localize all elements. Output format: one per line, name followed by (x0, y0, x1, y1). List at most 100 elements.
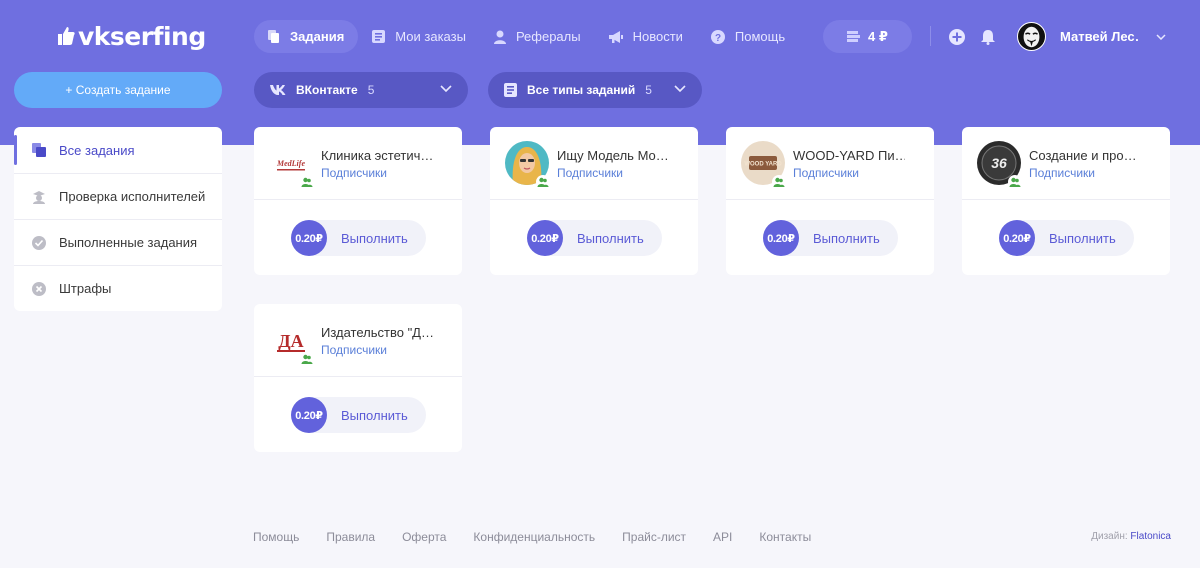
nav-item-my-orders[interactable]: Мои заказы (358, 20, 480, 53)
task-type-filter-label: Все типы заданий (527, 83, 636, 97)
user-name: Матвей Лес… (1060, 29, 1140, 44)
sidebar-item-label: Выполненные задания (59, 235, 198, 250)
task-card: 36 Создание и про… Подписчики 0.20₽ Выпо… (962, 127, 1170, 275)
task-card-header: ДА Издательство "Д… Подписчики (254, 304, 462, 377)
sidebar-item-label: Штрафы (59, 281, 112, 296)
sidebar-item-label: Все задания (59, 142, 135, 158)
document-icon (504, 83, 517, 97)
check-circle-icon (32, 235, 46, 250)
help-icon: ? (710, 29, 725, 44)
sidebar-item-label: Проверка исполнителей (59, 189, 206, 204)
task-type: Подписчики (321, 343, 388, 357)
footer-link-rules[interactable]: Правила (326, 530, 375, 544)
task-price: 0.20₽ (527, 220, 563, 256)
user-menu[interactable]: Матвей Лес… (1017, 21, 1166, 52)
balance-button[interactable]: 4 ₽ (823, 20, 912, 53)
nav-item-label: Задания (290, 29, 345, 44)
logo-thumb-icon (58, 27, 75, 45)
task-avatar-text: 36 (991, 155, 1007, 171)
copy-icon (32, 143, 46, 157)
main-nav: Задания Мои заказы Рефералы Новости ? По… (254, 20, 799, 53)
person-icon (493, 30, 506, 44)
execute-task-button[interactable]: 0.20₽ Выполнить (291, 220, 426, 256)
nav-item-help[interactable]: ? Помощь (697, 20, 799, 53)
group-badge-icon (300, 175, 314, 189)
add-icon[interactable] (948, 28, 965, 45)
footer-link-help[interactable]: Помощь (253, 530, 299, 544)
task-price: 0.20₽ (291, 397, 327, 433)
nav-item-label: Мои заказы (395, 29, 466, 44)
nav-item-label: Помощь (734, 29, 786, 44)
group-badge-icon (300, 352, 314, 366)
footer-link-offer[interactable]: Оферта (402, 530, 446, 544)
task-card: WOOD YARD WOOD-YARD Пи… Подписчики 0.20₽… (726, 127, 934, 275)
task-card: Ищу Модель Мо… Подписчики 0.20₽ Выполнит… (490, 127, 698, 275)
execute-label: Выполнить (341, 407, 408, 423)
footer-link-api[interactable]: API (713, 530, 732, 544)
sidebar-item-all-tasks[interactable]: Все задания (14, 127, 222, 173)
task-title[interactable]: WOOD-YARD Пи… (793, 148, 905, 163)
network-filter-dropdown[interactable]: ВКонтакте 5 (254, 72, 468, 108)
task-card: MedLife Клиника эстетич… Подписчики 0.20… (254, 127, 462, 275)
design-credits: Дизайн: Flatonica (1091, 531, 1171, 542)
wallet-icon (847, 31, 861, 42)
svg-text:?: ? (715, 33, 721, 44)
task-title[interactable]: Издательство "Д… (321, 325, 433, 340)
footer-links: Помощь Правила Оферта Конфиденциальность… (253, 530, 838, 544)
task-title[interactable]: Создание и про… (1029, 148, 1141, 163)
footer-link-pricelist[interactable]: Прайс-лист (622, 530, 686, 544)
group-badge-icon (772, 175, 786, 189)
task-price: 0.20₽ (291, 220, 327, 256)
execute-task-button[interactable]: 0.20₽ Выполнить (763, 220, 898, 256)
group-badge-icon (536, 175, 550, 189)
sidebar-item-check-performers[interactable]: Проверка исполнителей (14, 173, 222, 219)
task-type: Подписчики (1029, 166, 1096, 180)
task-type: Подписчики (557, 166, 624, 180)
header-divider (930, 26, 931, 46)
chevron-down-icon (440, 85, 452, 93)
group-badge-icon (1008, 175, 1022, 189)
task-avatar-text: MedLife (276, 159, 305, 168)
create-task-button[interactable]: + Создать задание (14, 72, 222, 108)
task-type-filter-count: 5 (645, 83, 652, 97)
task-avatar-text: WOOD YARD (744, 162, 782, 168)
execute-task-button[interactable]: 0.20₽ Выполнить (999, 220, 1134, 256)
sidebar: Все задания Проверка исполнителей Выполн… (14, 127, 222, 311)
task-card-header: MedLife Клиника эстетич… Подписчики (254, 127, 462, 200)
logo-text: vkserfing (78, 21, 206, 51)
nav-item-referrals[interactable]: Рефералы (480, 20, 595, 53)
logo[interactable]: vkserfing (56, 20, 206, 52)
nav-item-tasks[interactable]: Задания (254, 20, 359, 53)
execute-label: Выполнить (813, 230, 880, 246)
task-type-filter-dropdown[interactable]: Все типы заданий 5 (488, 72, 702, 108)
network-filter-count: 5 (367, 83, 375, 97)
execute-label: Выполнить (577, 230, 644, 246)
balance-value: 4 ₽ (868, 28, 888, 44)
task-card-header: 36 Создание и про… Подписчики (962, 127, 1170, 200)
inspector-icon (32, 190, 46, 204)
task-avatar-text: ДА (278, 331, 303, 351)
footer-link-privacy[interactable]: Конфиденциальность (473, 530, 595, 544)
nav-item-news[interactable]: Новости (595, 20, 697, 53)
bell-icon[interactable] (979, 28, 996, 45)
design-credits-link[interactable]: Flatonica (1130, 531, 1171, 542)
chevron-down-icon (1156, 33, 1166, 40)
chevron-down-icon (674, 85, 686, 93)
close-circle-icon (32, 281, 46, 296)
task-price: 0.20₽ (763, 220, 799, 256)
copy-icon (268, 30, 279, 43)
execute-task-button[interactable]: 0.20₽ Выполнить (527, 220, 662, 256)
avatar (1017, 22, 1046, 51)
nav-item-label: Новости (632, 29, 683, 44)
task-type: Подписчики (321, 166, 388, 180)
task-title[interactable]: Клиника эстетич… (321, 148, 433, 163)
footer-link-contacts[interactable]: Контакты (759, 530, 811, 544)
sidebar-item-penalties[interactable]: Штрафы (14, 265, 222, 311)
execute-task-button[interactable]: 0.20₽ Выполнить (291, 397, 426, 433)
network-filter-label: ВКонтакте (296, 83, 358, 97)
task-price: 0.20₽ (999, 220, 1035, 256)
task-title[interactable]: Ищу Модель Мо… (557, 148, 669, 163)
vk-icon (270, 85, 286, 95)
sidebar-item-completed-tasks[interactable]: Выполненные задания (14, 219, 222, 265)
task-card-header: Ищу Модель Мо… Подписчики (490, 127, 698, 200)
